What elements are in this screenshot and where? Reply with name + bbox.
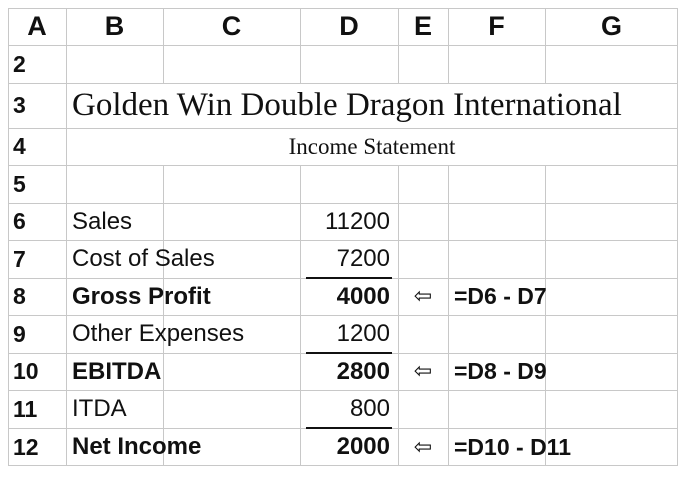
column-header-g[interactable]: G — [545, 8, 678, 45]
formula-note[interactable]: =D10 - D11 — [448, 428, 678, 466]
row-header-11[interactable]: 11 — [8, 390, 66, 428]
line-value[interactable]: 4000 — [300, 278, 398, 315]
line-label[interactable]: Cost of Sales — [66, 240, 300, 278]
line-label[interactable]: ITDA — [66, 390, 300, 428]
sheet-title[interactable]: Golden Win Double Dragon International — [66, 83, 678, 128]
line-label[interactable]: Net Income — [66, 428, 300, 466]
spreadsheet: A B C D E F G 2 3 4 5 6 7 8 9 10 11 12 Golden Win Double D… — [8, 8, 678, 466]
line-value[interactable]: 2800 — [300, 353, 398, 390]
subtotal-underline — [306, 427, 392, 429]
subtotal-underline — [306, 277, 392, 279]
column-header-d[interactable]: D — [300, 8, 398, 45]
line-label[interactable]: Sales — [66, 203, 300, 240]
left-arrow-icon: ⇦ — [413, 434, 433, 460]
left-arrow-icon: ⇦ — [413, 284, 433, 309]
line-value[interactable]: 2000 — [300, 428, 398, 466]
row-header-5[interactable]: 5 — [8, 165, 66, 203]
row-header-3[interactable]: 3 — [8, 83, 66, 128]
line-value[interactable]: 7200 — [300, 240, 398, 278]
line-value[interactable]: 800 — [300, 390, 398, 428]
column-header-a[interactable]: A — [8, 8, 66, 45]
row-header-2[interactable]: 2 — [8, 45, 66, 83]
sheet-subtitle[interactable]: Income Statement — [66, 128, 678, 165]
line-label[interactable]: Gross Profit — [66, 278, 300, 315]
column-header-e[interactable]: E — [398, 8, 448, 45]
row-header-4[interactable]: 4 — [8, 128, 66, 165]
column-header-b[interactable]: B — [66, 8, 163, 45]
formula-note[interactable]: =D6 - D7 — [448, 278, 678, 315]
row-header-6[interactable]: 6 — [8, 203, 66, 240]
line-label[interactable]: EBITDA — [66, 353, 300, 390]
line-value[interactable]: 11200 — [300, 203, 398, 240]
row-header-8[interactable]: 8 — [8, 278, 66, 315]
row-header-7[interactable]: 7 — [8, 240, 66, 278]
row-header-10[interactable]: 10 — [8, 353, 66, 390]
left-arrow-icon: ⇦ — [413, 359, 433, 384]
column-header-f[interactable]: F — [448, 8, 545, 45]
row-header-12[interactable]: 12 — [8, 428, 66, 466]
formula-note[interactable]: =D8 - D9 — [448, 353, 678, 390]
subtotal-underline — [306, 352, 392, 354]
line-label[interactable]: Other Expenses — [66, 315, 300, 353]
row-header-9[interactable]: 9 — [8, 315, 66, 353]
line-value[interactable]: 1200 — [300, 315, 398, 353]
column-header-c[interactable]: C — [163, 8, 300, 45]
